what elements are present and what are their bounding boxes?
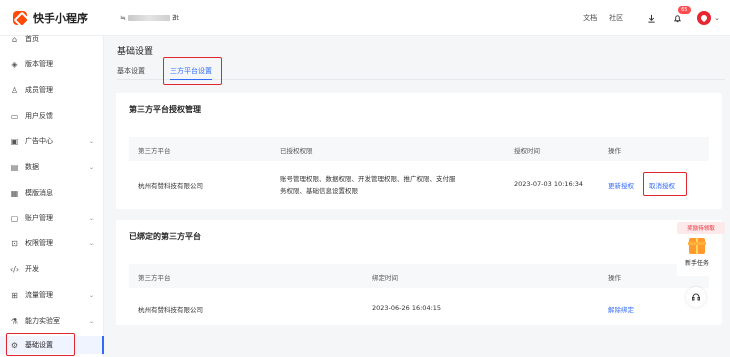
layers-icon: ◈ [11,59,18,69]
ad-icon: ▣ [10,136,19,146]
users-icon: ♙ [10,85,19,95]
sidebar-item-9[interactable]: ‹/› 开发 [0,260,104,278]
auth-row-time: 2023-07-03 10:16:34 [514,180,584,188]
unbind-button[interactable]: 解除绑定 [608,304,634,314]
chevron-down-icon: ⌄ [88,291,94,299]
col-platform: 第三方平台 [138,147,171,155]
auth-management-card: 第三方平台授权管理 第三方平台 已授权权限 授权时间 操作 杭州有赞科技有限公司… [116,93,722,209]
sidebar-item-0[interactable]: ⌂ 首页 [0,30,104,48]
page-title: 基础设置 [117,47,154,57]
kuaishou-logo-icon [13,10,27,25]
auth-section-title: 第三方平台授权管理 [129,105,201,114]
tab-basic-settings[interactable]: 基本设置 [117,66,145,76]
col-actions: 操作 [608,147,621,155]
app-name-suffix: ∄t [171,13,180,22]
message-icon: ▦ [10,188,19,198]
sidebar: ⌂ 首页 ◈ 版本管理 ♙ 成员管理 ▭ 用户反馈 ▣ 广告中心 ⌄ ▤ 数据 ⌄ ▦ 模版消息 ▢ 账户管理 ⌄ ⊡… [0,35,104,357]
sidebar-item-7[interactable]: ▢ 账户管理 ⌄ [0,209,104,227]
update-auth-button[interactable]: 更新授权 [608,180,634,190]
community-link[interactable]: 社区 [609,13,623,23]
chevron-down-icon[interactable]: ⌄ [714,14,720,22]
sidebar-item-label: 广告中心 [25,137,53,145]
app-switcher[interactable]: ≒ ∄t [120,14,179,22]
sidebar-item-11[interactable]: ⚗ 能力实验室 ⌄ [0,312,104,330]
reward-pending-tag[interactable]: 奖励待领取 [677,222,725,234]
sidebar-item-10[interactable]: ⊞ 流量管理 ⌄ [0,286,104,304]
sidebar-item-label: 版本管理 [25,60,53,68]
feedback-icon: ▭ [10,111,19,121]
sidebar-item-label: 数据 [25,163,39,171]
bound-platforms-card: 已绑定的第三方平台 第三方平台 绑定时间 操作 杭州有赞科技有限公司 2023-… [116,220,722,325]
app-name-prefix: ≒ [120,13,126,22]
notification-badge: 65 [678,6,691,14]
sidebar-item-4[interactable]: ▣ 广告中心 ⌄ [0,132,104,150]
col-auth-time: 授权时间 [514,147,540,155]
bound-row-platform: 杭州有赞科技有限公司 [138,306,203,314]
bound-section-title: 已绑定的第三方平台 [129,232,201,241]
docs-link[interactable]: 文档 [583,13,597,23]
sidebar-item-label: 开发 [25,265,39,273]
home-icon: ⌂ [11,34,18,44]
chevron-down-icon: ⌄ [88,214,94,222]
sidebar-item-label: 首页 [25,35,39,43]
bound-row-time: 2023-06-26 16:04:15 [372,304,442,312]
account-icon: ▢ [10,213,19,223]
auth-table-header: 第三方平台 已授权权限 授权时间 操作 [129,137,709,161]
auth-row-permissions-line1: 账号管理权限、数据权限、开发管理权限、推广权限、支付服 [280,175,456,183]
sidebar-item-8[interactable]: ⊡ 权限管理 ⌄ [0,234,104,252]
top-header: 快手小程序 ≒ ∄t 文档 社区 65 ⌄ [0,0,730,36]
highlight-box-tab [163,57,222,85]
app-name-redacted [127,14,170,21]
auth-row-permissions-line2: 务权限、基础信息设置权限 [280,187,358,195]
logo[interactable]: 快手小程序 [13,10,88,26]
sidebar-item-5[interactable]: ▤ 数据 ⌄ [0,158,104,176]
highlight-box-sidebar [6,333,75,356]
col-permissions: 已授权权限 [280,147,313,155]
col-bind-time: 绑定时间 [372,274,398,282]
lab-icon: ⚗ [10,316,19,326]
sidebar-item-6[interactable]: ▦ 模版消息 [0,184,104,202]
sidebar-item-label: 用户反馈 [25,112,53,120]
chevron-down-icon: ⌄ [88,239,94,247]
newbie-task-widget[interactable]: 新手任务 [677,234,717,276]
traffic-icon: ⊞ [11,290,18,300]
gift-icon [688,238,706,254]
bell-icon[interactable]: 65 [671,6,691,24]
sidebar-item-label: 流量管理 [25,291,53,299]
newbie-task-label: 新手任务 [684,260,709,267]
chevron-down-icon: ⌄ [88,137,94,145]
chevron-down-icon: ⌄ [88,317,94,325]
highlight-box-cancel [643,172,687,196]
sidebar-item-label: 权限管理 [25,239,53,247]
sidebar-item-label: 账户管理 [25,214,53,222]
chevron-down-icon: ⌄ [88,163,94,171]
chart-icon: ▤ [10,162,19,172]
code-icon: ‹/› [9,264,20,274]
sidebar-item-3[interactable]: ▭ 用户反馈 [0,107,104,125]
sidebar-item-label: 能力实验室 [25,317,60,325]
bound-table-header: 第三方平台 绑定时间 操作 [129,264,709,288]
sidebar-item-label: 成员管理 [25,86,53,94]
avatar[interactable] [697,11,712,25]
download-icon[interactable] [645,12,657,24]
headset-icon [692,293,700,301]
logo-text: 快手小程序 [33,11,88,25]
col-actions: 操作 [608,274,621,282]
sidebar-item-1[interactable]: ◈ 版本管理 [0,55,104,73]
auth-row-platform: 杭州有赞科技有限公司 [138,182,203,190]
col-platform: 第三方平台 [138,274,171,282]
customer-support-button[interactable] [686,287,706,307]
permission-icon: ⊡ [11,238,18,248]
sidebar-item-label: 模版消息 [25,189,53,197]
sidebar-item-2[interactable]: ♙ 成员管理 [0,81,104,99]
